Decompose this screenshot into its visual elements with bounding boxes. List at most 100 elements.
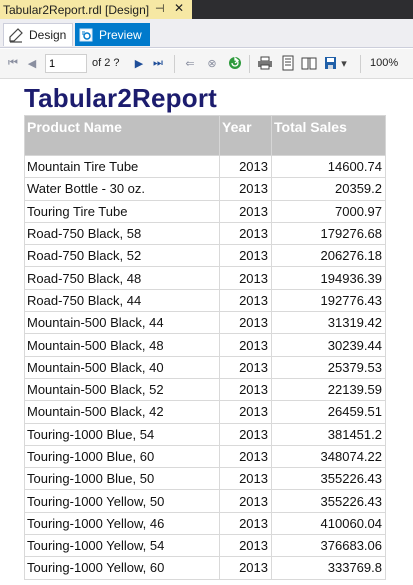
report-table: Product Name Year Total Sales Mountain T…: [24, 115, 386, 580]
product-name-cell: Mountain-500 Black, 40: [24, 355, 220, 379]
table-row: Mountain-500 Black, 40 2013 25379.53: [24, 355, 386, 379]
table-row: Road-750 Black, 58 2013 179276.68: [24, 221, 386, 246]
toolbar-separator: [360, 55, 361, 73]
year-cell: 2013: [219, 377, 272, 402]
design-icon: [9, 28, 23, 43]
total-sales-cell: 194936.39: [271, 266, 386, 290]
column-header-product-name: Product Name: [24, 115, 220, 156]
next-page-icon[interactable]: ▶: [131, 55, 147, 71]
toolbar-separator: [174, 55, 175, 73]
print-layout-icon[interactable]: [280, 55, 296, 71]
stop-icon[interactable]: ⊗: [204, 55, 220, 71]
table-row: Water Bottle - 30 oz. 2013 20359.2: [24, 177, 386, 201]
total-sales-cell: 26459.51: [271, 400, 386, 424]
total-sales-cell: 22139.59: [271, 377, 386, 402]
refresh-icon[interactable]: [227, 55, 243, 71]
print-icon[interactable]: [257, 55, 273, 71]
total-sales-cell: 376683.06: [271, 534, 386, 558]
product-name-cell: Mountain Tire Tube: [24, 154, 220, 179]
table-row: Touring-1000 Yellow, 46 2013 410060.04: [24, 511, 386, 536]
report-toolbar: ⏮ ◀ of 2 ? ▶ ⏭ ⇐ ⊗ ▾ 100%: [0, 49, 413, 79]
year-cell: 2013: [219, 311, 272, 335]
year-cell: 2013: [219, 199, 272, 223]
document-tab-strip: Tabular2Report.rdl [Design] ⊣ ✕: [0, 0, 413, 19]
product-name-cell: Mountain-500 Black, 42: [24, 400, 220, 424]
column-header-total-sales: Total Sales: [271, 115, 386, 156]
total-sales-cell: 348074.22: [271, 444, 386, 469]
export-icon[interactable]: [323, 55, 339, 71]
view-tabs: Design Preview: [0, 19, 413, 48]
product-name-cell: Mountain-500 Black, 52: [24, 377, 220, 402]
product-name-cell: Touring-1000 Yellow, 50: [24, 489, 220, 513]
product-name-cell: Touring-1000 Yellow, 54: [24, 534, 220, 558]
page-setup-icon[interactable]: [301, 55, 317, 71]
column-header-year: Year: [219, 115, 272, 156]
year-cell: 2013: [219, 534, 272, 558]
year-cell: 2013: [219, 511, 272, 536]
product-name-cell: Road-750 Black, 52: [24, 244, 220, 268]
back-icon[interactable]: ⇐: [182, 55, 198, 71]
total-sales-cell: 192776.43: [271, 288, 386, 313]
chevron-down-icon[interactable]: ▾: [340, 55, 348, 71]
product-name-cell: Touring-1000 Blue, 50: [24, 467, 220, 491]
year-cell: 2013: [219, 288, 272, 313]
year-cell: 2013: [219, 333, 272, 357]
product-name-cell: Touring Tire Tube: [24, 199, 220, 223]
table-row: Road-750 Black, 48 2013 194936.39: [24, 266, 386, 290]
table-header-row: Product Name Year Total Sales: [24, 115, 386, 156]
total-sales-cell: 355226.43: [271, 467, 386, 491]
last-page-icon[interactable]: ⏭: [150, 55, 166, 71]
product-name-cell: Touring-1000 Yellow, 60: [24, 556, 220, 580]
tab-design-label: Design: [29, 28, 67, 42]
year-cell: 2013: [219, 489, 272, 513]
total-sales-cell: 30239.44: [271, 333, 386, 357]
total-sales-cell: 7000.97: [271, 199, 386, 223]
page-count-label: of 2 ?: [92, 57, 120, 69]
year-cell: 2013: [219, 467, 272, 491]
table-row: Mountain-500 Black, 44 2013 31319.42: [24, 311, 386, 335]
product-name-cell: Road-750 Black, 48: [24, 266, 220, 290]
page-number-input[interactable]: [45, 54, 87, 73]
toolbar-separator: [249, 55, 250, 73]
total-sales-cell: 206276.18: [271, 244, 386, 268]
table-row: Mountain Tire Tube 2013 14600.74: [24, 154, 386, 179]
table-row: Touring-1000 Blue, 60 2013 348074.22: [24, 444, 386, 469]
tab-preview-label: Preview: [99, 27, 142, 42]
year-cell: 2013: [219, 221, 272, 246]
tab-design[interactable]: Design: [3, 23, 73, 46]
total-sales-cell: 179276.68: [271, 221, 386, 246]
document-tab[interactable]: Tabular2Report.rdl [Design] ⊣ ✕: [0, 0, 192, 19]
product-name-cell: Touring-1000 Yellow, 46: [24, 511, 220, 536]
first-page-icon[interactable]: ⏮: [5, 55, 21, 71]
tab-preview[interactable]: Preview: [75, 23, 150, 46]
year-cell: 2013: [219, 400, 272, 424]
close-icon[interactable]: ✕: [174, 1, 184, 15]
table-row: Touring Tire Tube 2013 7000.97: [24, 199, 386, 223]
previous-page-icon[interactable]: ◀: [24, 55, 40, 71]
total-sales-cell: 20359.2: [271, 177, 386, 201]
product-name-cell: Touring-1000 Blue, 54: [24, 422, 220, 446]
total-sales-cell: 355226.43: [271, 489, 386, 513]
table-row: Touring-1000 Yellow, 50 2013 355226.43: [24, 489, 386, 513]
document-tab-title: Tabular2Report.rdl [Design]: [3, 2, 150, 17]
year-cell: 2013: [219, 154, 272, 179]
year-cell: 2013: [219, 556, 272, 580]
year-cell: 2013: [219, 444, 272, 469]
year-cell: 2013: [219, 244, 272, 268]
product-name-cell: Touring-1000 Blue, 60: [24, 444, 220, 469]
product-name-cell: Road-750 Black, 58: [24, 221, 220, 246]
zoom-level[interactable]: 100%: [370, 57, 398, 69]
table-row: Road-750 Black, 52 2013 206276.18: [24, 244, 386, 268]
year-cell: 2013: [219, 355, 272, 379]
product-name-cell: Road-750 Black, 44: [24, 288, 220, 313]
pin-icon[interactable]: ⊣: [155, 2, 165, 15]
table-row: Touring-1000 Yellow, 60 2013 333769.8: [24, 556, 386, 580]
report-title: Tabular2Report: [24, 83, 218, 113]
preview-icon: [79, 28, 93, 41]
total-sales-cell: 410060.04: [271, 511, 386, 536]
year-cell: 2013: [219, 266, 272, 290]
total-sales-cell: 381451.2: [271, 422, 386, 446]
product-name-cell: Mountain-500 Black, 44: [24, 311, 220, 335]
product-name-cell: Water Bottle - 30 oz.: [24, 177, 220, 201]
total-sales-cell: 14600.74: [271, 154, 386, 179]
